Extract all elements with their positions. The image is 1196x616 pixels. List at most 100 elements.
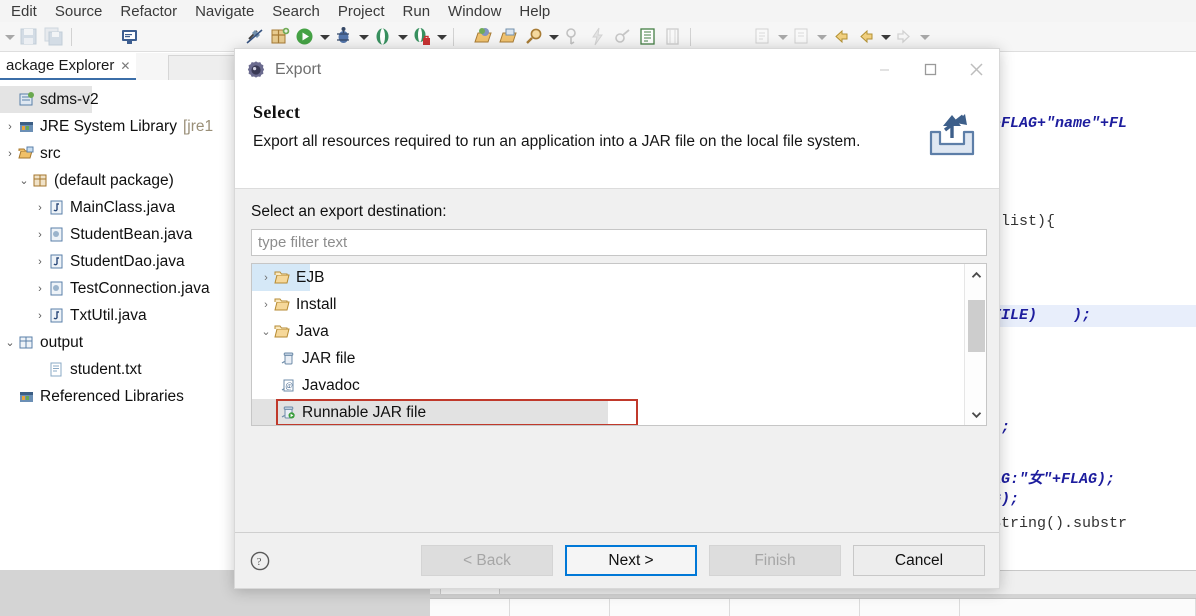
tree-twisty[interactable]: ⌄: [258, 325, 274, 338]
link-icon[interactable]: [612, 26, 633, 47]
toolbar-dropdown-arrow[interactable]: [3, 27, 15, 47]
close-icon[interactable]: ✕: [120, 59, 130, 73]
run-dropdown-arrow[interactable]: [318, 27, 330, 47]
save-icon[interactable]: [18, 26, 39, 47]
tree-item-javadoc[interactable]: @ Javadoc: [252, 372, 986, 399]
back-icon[interactable]: [830, 26, 851, 47]
tree-twisty[interactable]: ›: [2, 148, 18, 160]
close-button[interactable]: [953, 49, 999, 90]
tree-item-label: Runnable JAR file: [302, 403, 427, 421]
next-annotation-icon[interactable]: [752, 26, 773, 47]
search-icon[interactable]: [523, 26, 544, 47]
java-code-editor[interactable]: "+FLAG+"name"+FL > list){ TFILE) ); G); …: [978, 53, 1196, 540]
outline-icon[interactable]: [637, 26, 658, 47]
back-button[interactable]: < Back: [421, 545, 553, 576]
menu-item-source[interactable]: Source: [46, 2, 112, 22]
scrollbar-thumb[interactable]: [968, 300, 985, 352]
menu-item-refactor[interactable]: Refactor: [111, 2, 186, 22]
external-tools-icon[interactable]: [411, 26, 432, 47]
save-all-icon[interactable]: [43, 26, 64, 47]
new-java-package-icon[interactable]: [269, 26, 290, 47]
no-debug-icon[interactable]: [244, 26, 265, 47]
tree-item-install[interactable]: › Install: [252, 291, 986, 318]
tree-twisty[interactable]: ›: [32, 202, 48, 214]
tree-item-studentdao-java[interactable]: › StudentDao.java: [0, 248, 250, 275]
tree-item-mainclass-java[interactable]: › MainClass.java: [0, 194, 250, 221]
quick-access-icon[interactable]: [587, 26, 608, 47]
export-destination-tree[interactable]: › EJB › Install ⌄ Java JAR file @ Javado…: [251, 263, 987, 426]
tree-item-label: EJB: [296, 268, 325, 286]
cancel-button[interactable]: Cancel: [853, 545, 985, 576]
tree-item-src[interactable]: › src: [0, 140, 250, 167]
tree-twisty[interactable]: ›: [258, 272, 274, 284]
tree-twisty[interactable]: ›: [32, 283, 48, 295]
next-button[interactable]: Next >: [565, 545, 697, 576]
coverage-dropdown-arrow[interactable]: [396, 27, 408, 47]
menu-item-search[interactable]: Search: [263, 2, 329, 22]
tree-twisty[interactable]: ⌄: [2, 336, 18, 349]
forward-icon[interactable]: [894, 26, 915, 47]
jar-file-icon: [280, 350, 297, 367]
pin-icon[interactable]: [562, 26, 583, 47]
open-type-icon[interactable]: [473, 26, 494, 47]
ruler-icon[interactable]: [662, 26, 683, 47]
search-dropdown-arrow[interactable]: [547, 27, 559, 47]
tree-item-referenced-libraries[interactable]: Referenced Libraries: [0, 383, 250, 410]
next-annotation-dropdown-arrow[interactable]: [776, 27, 788, 47]
finish-button[interactable]: Finish: [709, 545, 841, 576]
open-task-icon[interactable]: [498, 26, 519, 47]
tree-twisty[interactable]: ›: [32, 310, 48, 322]
tree-twisty[interactable]: ›: [32, 256, 48, 268]
dialog-header: Select Export all resources required to …: [235, 90, 999, 189]
svg-text:?: ?: [257, 556, 262, 568]
debug-icon[interactable]: [333, 26, 354, 47]
tab-package-explorer[interactable]: ackage Explorer ✕: [0, 53, 137, 80]
filter-input[interactable]: type filter text: [251, 229, 987, 256]
tree-item-runnable-jar-file[interactable]: Runnable JAR file: [252, 399, 608, 425]
maximize-button[interactable]: [907, 49, 953, 90]
list-scrollbar[interactable]: [964, 264, 986, 425]
back-history-icon[interactable]: [855, 26, 876, 47]
tree-item-jre-system-library[interactable]: › JRE System Library [jre1: [0, 113, 250, 140]
console-icon[interactable]: [119, 26, 140, 47]
tree-twisty[interactable]: ›: [32, 229, 48, 241]
tree-twisty[interactable]: ›: [258, 299, 274, 311]
tree-item-label: TxtUtil.java: [70, 306, 147, 324]
tree-item-output[interactable]: ⌄ output: [0, 329, 250, 356]
chevron-down-icon[interactable]: [965, 403, 986, 425]
tree-item-studentbean-java[interactable]: › StudentBean.java: [0, 221, 250, 248]
tree-item-java[interactable]: ⌄ Java: [252, 318, 986, 345]
help-icon[interactable]: ?: [249, 550, 271, 572]
tree-twisty[interactable]: ⌄: [16, 174, 32, 187]
run-icon[interactable]: [294, 26, 315, 47]
tree-item-ejb[interactable]: › EJB: [252, 264, 324, 291]
debug-dropdown-arrow[interactable]: [357, 27, 369, 47]
minimize-button[interactable]: [861, 49, 907, 90]
java-file-icon: [48, 199, 65, 216]
dialog-title-bar[interactable]: Export: [235, 49, 999, 90]
external-tools-dropdown-arrow[interactable]: [435, 27, 447, 47]
previous-annotation-dropdown-arrow[interactable]: [815, 27, 827, 47]
menu-item-run[interactable]: Run: [394, 2, 440, 22]
menu-item-help[interactable]: Help: [510, 2, 559, 22]
back-dropdown-arrow[interactable]: [879, 27, 891, 47]
code-line: oString().substr: [983, 515, 1128, 532]
tree-item-label: Java: [296, 322, 329, 340]
tree-item-txtutil-java[interactable]: › TxtUtil.java: [0, 302, 250, 329]
tree-item-label: (default package): [54, 171, 174, 189]
menu-item-navigate[interactable]: Navigate: [186, 2, 263, 22]
tree-item-testconnection-java[interactable]: › TestConnection.java: [0, 275, 250, 302]
menu-item-edit[interactable]: Edit: [2, 2, 46, 22]
java-file-icon: [48, 253, 65, 270]
tree-item-student-txt[interactable]: student.txt: [0, 356, 250, 383]
chevron-up-icon[interactable]: [965, 264, 986, 286]
tree-item-default-package[interactable]: ⌄ (default package): [0, 167, 250, 194]
menu-item-project[interactable]: Project: [329, 2, 394, 22]
tree-twisty[interactable]: ›: [2, 121, 18, 133]
tree-item-sdms-v2[interactable]: sdms-v2: [0, 86, 99, 113]
menu-item-window[interactable]: Window: [439, 2, 510, 22]
previous-annotation-icon[interactable]: [791, 26, 812, 47]
forward-dropdown-arrow[interactable]: [918, 27, 930, 47]
tree-item-jar-file[interactable]: JAR file: [252, 345, 986, 372]
coverage-icon[interactable]: [372, 26, 393, 47]
